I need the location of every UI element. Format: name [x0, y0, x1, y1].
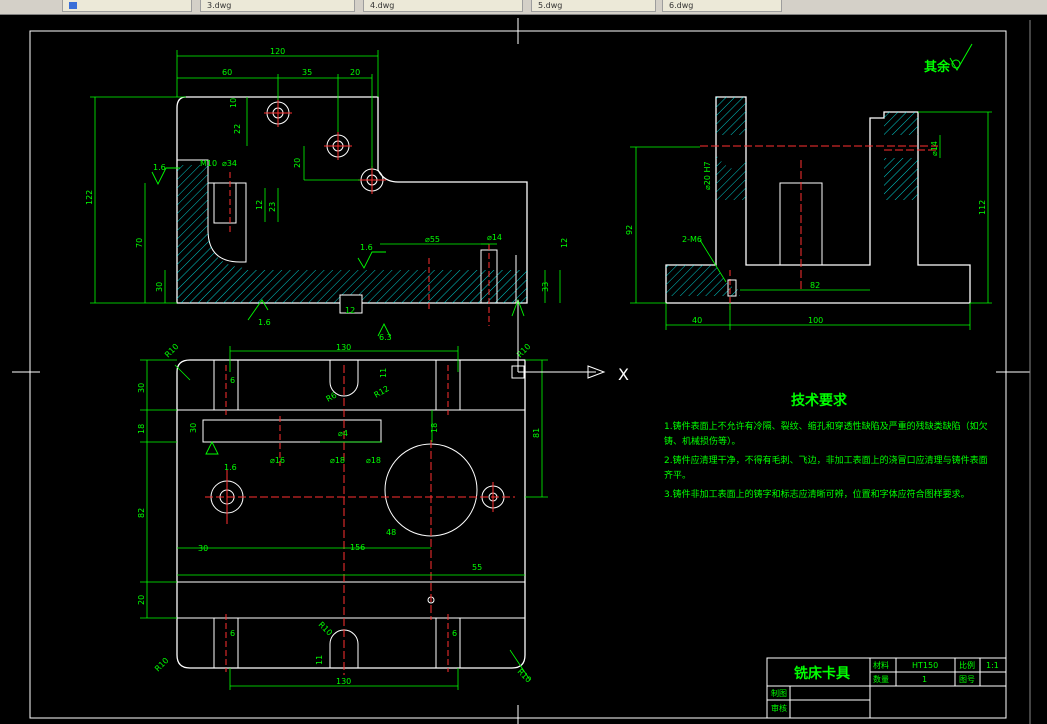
- svg-text:审核: 审核: [771, 703, 787, 713]
- dim-r10: R10: [516, 667, 534, 685]
- tab-label: 6.dwg: [669, 1, 694, 10]
- roughness-1-6: 1.6: [224, 463, 237, 472]
- dim-phi4: ⌀4: [338, 429, 348, 438]
- document-tab[interactable]: [62, 0, 192, 12]
- dim-18: 18: [137, 424, 146, 434]
- dim-r10: R10: [153, 656, 171, 674]
- dim-30c: 30: [189, 423, 198, 433]
- ucs-icon: X: [511, 300, 629, 384]
- tech-line: 齐平。: [664, 469, 691, 481]
- dim-30b: 30: [137, 383, 146, 393]
- dim-48: 48: [386, 528, 396, 537]
- dim-22: 22: [233, 124, 242, 134]
- dim-156: 156: [350, 543, 365, 552]
- svg-text:其余: 其余: [924, 59, 951, 75]
- svg-text:1:1: 1:1: [986, 661, 999, 670]
- tech-line: 1.铸件表面上不允许有冷隔、裂纹、缩孔和穿透性缺陷及严重的残缺类缺陷（如欠: [664, 420, 988, 432]
- x-axis-label: X: [618, 365, 629, 384]
- dim-82: 82: [137, 508, 146, 518]
- dim-130: 130: [336, 343, 351, 352]
- tab-label: 3.dwg: [207, 1, 232, 10]
- front-view: 120 60 35 20 10 22 20 122 70 30 12 23 M1…: [85, 47, 569, 342]
- dim-40: 40: [692, 316, 702, 325]
- title-block: 铣床卡具 材料 HT150 比例 1:1 数量 1 图号 制图 审核: [766, 657, 1007, 719]
- tab-label: 4.dwg: [370, 1, 395, 10]
- side-view: 92 112 40 100 82 ⌀14 2-M6 ⌀20 H7: [625, 96, 992, 330]
- dim-phi16: ⌀16: [270, 456, 285, 465]
- roughness-note: 其余: [924, 43, 973, 75]
- dim-60: 60: [222, 68, 232, 77]
- document-tab[interactable]: 5.dwg: [531, 0, 656, 12]
- dim-phi14r: ⌀14: [930, 141, 939, 156]
- dim-82: 82: [810, 281, 820, 290]
- svg-text:图号: 图号: [959, 675, 975, 684]
- svg-text:1: 1: [922, 675, 927, 684]
- tech-title: 技术要求: [791, 392, 848, 409]
- roughness-6-3: 6.3: [379, 333, 392, 342]
- dim-10: 10: [229, 98, 238, 108]
- dim-phi55: ⌀55: [425, 235, 440, 244]
- svg-text:制图: 制图: [771, 688, 787, 698]
- tab-label: 5.dwg: [538, 1, 563, 10]
- roughness-1-6: 1.6: [153, 163, 166, 172]
- dim-92: 92: [625, 225, 634, 235]
- dim-130b: 130: [336, 677, 351, 686]
- dim-2m6: 2-M6: [682, 235, 702, 244]
- dim-phi34: ⌀34: [222, 159, 237, 168]
- dim-r12: R12: [373, 384, 391, 400]
- dim-6: 6: [230, 376, 235, 385]
- dim-phi20: ⌀20 H7: [703, 161, 712, 190]
- top-view: 130 130 156 55 30 30 18 18 20 82 81 6 6 …: [137, 342, 548, 690]
- document-tab[interactable]: 3.dwg: [200, 0, 355, 12]
- dim-23: 23: [268, 202, 277, 212]
- dim-20b: 20: [293, 158, 302, 168]
- dim-12: 12: [255, 200, 264, 210]
- tech-line: 2.铸件应清理干净，不得有毛刺、飞边，非加工表面上的浇冒口应清理与铸件表面: [664, 454, 988, 466]
- document-tab-bar: 3.dwg 4.dwg 5.dwg 6.dwg: [0, 0, 1047, 15]
- dim-w12: 12: [345, 306, 355, 315]
- part-name: 铣床卡具: [794, 665, 850, 682]
- dim-70: 70: [135, 238, 144, 248]
- dim-11: 11: [315, 655, 324, 665]
- dim-30: 30: [198, 544, 208, 553]
- dim-m10: M10: [200, 159, 217, 168]
- dim-120: 120: [270, 47, 285, 56]
- dim-20: 20: [137, 595, 146, 605]
- dim-phi18: ⌀18: [366, 456, 381, 465]
- dim-112: 112: [978, 200, 987, 215]
- dim-phi14: ⌀14: [487, 233, 502, 242]
- dim-35: 35: [302, 68, 312, 77]
- dim-122: 122: [85, 190, 94, 205]
- dim-11: 11: [379, 368, 388, 378]
- roughness-1-6: 1.6: [360, 243, 373, 252]
- dim-81: 81: [532, 428, 541, 438]
- dim-30: 30: [155, 282, 164, 292]
- document-tab[interactable]: 4.dwg: [363, 0, 523, 12]
- dim-6: 6: [452, 629, 457, 638]
- svg-text:HT150: HT150: [912, 661, 938, 670]
- dim-55: 55: [472, 563, 482, 572]
- tech-line: 3.铸件非加工表面上的铸字和标志应清晰可辨，位置和字体应符合图样要求。: [664, 488, 970, 500]
- document-tab[interactable]: 6.dwg: [662, 0, 782, 12]
- dim-6: 6: [230, 629, 235, 638]
- cad-drawing-canvas[interactable]: 120 60 35 20 10 22 20 122 70 30 12 23 M1…: [0, 14, 1047, 724]
- dim-100: 100: [808, 316, 823, 325]
- svg-text:比例: 比例: [959, 660, 975, 670]
- technical-requirements: 技术要求 1.铸件表面上不允许有冷隔、裂纹、缩孔和穿透性缺陷及严重的残缺类缺陷（…: [664, 392, 988, 500]
- dim-phi18: ⌀18: [330, 456, 345, 465]
- dim-20: 20: [350, 68, 360, 77]
- dim-r6: R6: [325, 391, 339, 404]
- roughness-1-6: 1.6: [258, 318, 271, 327]
- svg-text:数量: 数量: [873, 674, 889, 684]
- dim-18b: 18: [430, 423, 439, 433]
- dim-r10: R10: [163, 342, 181, 360]
- dim-12r: 12: [560, 238, 569, 248]
- svg-text:材料: 材料: [873, 660, 889, 670]
- dim-33: 33: [541, 282, 550, 292]
- dim-r10: R10: [317, 620, 335, 638]
- tech-line: 铸、机械损伤等）。: [664, 435, 741, 447]
- dwg-file-icon: [69, 2, 77, 9]
